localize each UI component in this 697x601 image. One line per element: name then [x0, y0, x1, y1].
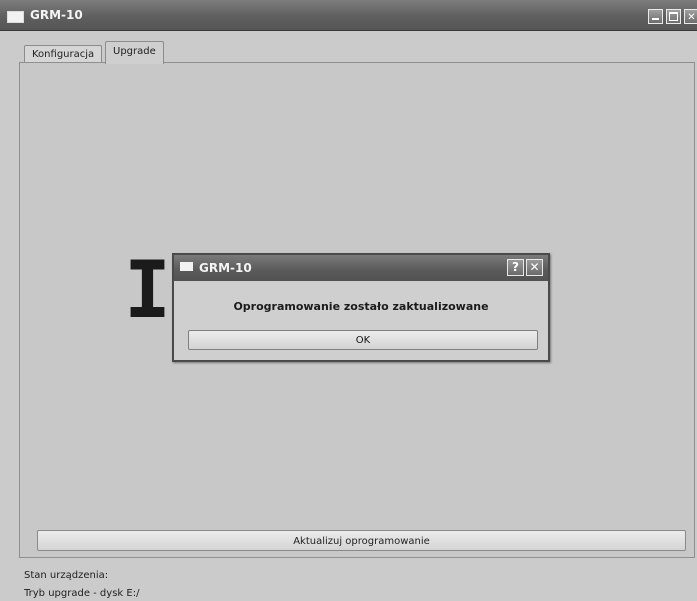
minimize-button[interactable]: [648, 9, 663, 24]
dialog-message: Oprogramowanie zostało zaktualizowane: [233, 300, 489, 313]
update-firmware-button[interactable]: Aktualizuj oprogramowanie: [37, 530, 686, 551]
main-window: GRM-10 ✕ Konfiguracja Upgrade I : Aktual…: [0, 0, 697, 601]
background-label-left: I: [124, 246, 171, 336]
tab-upgrade[interactable]: Upgrade: [105, 41, 164, 64]
maximize-button[interactable]: [666, 9, 681, 24]
device-status-label: Stan urządzenia:: [24, 570, 109, 581]
dialog-close-button[interactable]: ✕: [526, 259, 543, 276]
upgrade-mode-label: Tryb upgrade - dysk E:/: [24, 588, 140, 599]
dialog-help-button[interactable]: ?: [507, 259, 524, 276]
app-window-icon: [7, 11, 24, 23]
dialog-title: GRM-10: [199, 261, 252, 275]
dialog-title-bar[interactable]: GRM-10 ? ✕: [174, 255, 548, 281]
update-complete-dialog: GRM-10 ? ✕ Oprogramowanie zostało zaktua…: [172, 253, 550, 362]
dialog-app-icon: [180, 262, 193, 271]
dialog-ok-button[interactable]: OK: [188, 330, 538, 350]
title-bar[interactable]: GRM-10 ✕: [0, 0, 697, 31]
close-button[interactable]: ✕: [684, 9, 697, 24]
window-title: GRM-10: [30, 8, 83, 22]
